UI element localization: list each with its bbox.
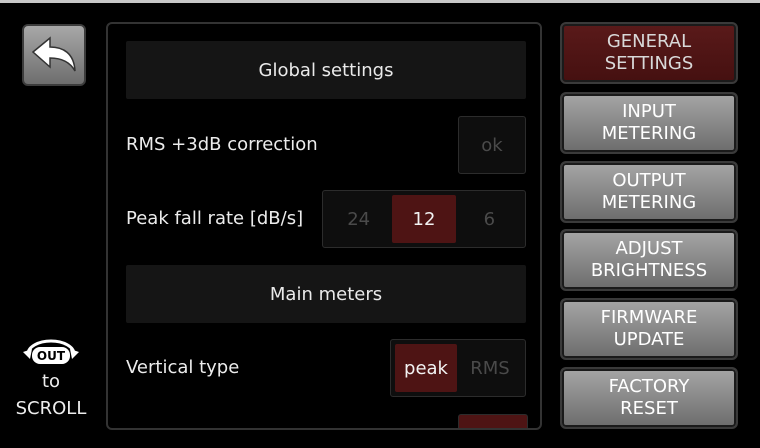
scroll-hint-line2: SCROLL [15,398,87,419]
vertical-option-peak[interactable]: peak [395,344,457,392]
menu-general-settings[interactable]: GENERAL SETTINGS [560,22,738,84]
menu-label-line2: METERING [601,192,697,213]
menu-label-line1: FACTORY [608,376,690,397]
menu-label-line2: UPDATE [613,329,685,350]
rms-correction-label: RMS +3dB correction [126,134,318,155]
menu-input-metering[interactable]: INPUT METERING [560,92,738,154]
settings-panel[interactable]: Global settings RMS +3dB correction ok P… [106,22,542,430]
peak-option-6[interactable]: 6 [458,195,521,243]
menu-label-line2: BRIGHTNESS [590,260,708,281]
top-border [0,0,760,3]
peak-option-24[interactable]: 24 [327,195,390,243]
menu-label-line1: FIRMWARE [600,307,698,328]
menu-label-line1: GENERAL [606,31,692,52]
menu-firmware-update[interactable]: FIRMWARE UPDATE [560,298,738,360]
next-row-control-partial[interactable] [458,414,528,428]
menu-adjust-brightness[interactable]: ADJUST BRIGHTNESS [560,229,738,291]
menu-output-metering[interactable]: OUTPUT METERING [560,161,738,223]
vertical-type-selector: peak RMS [390,339,526,397]
menu-label-line2: SETTINGS [604,53,694,74]
menu-label-line2: RESET [620,398,678,419]
peak-fall-rate-selector: 24 12 6 [322,190,526,248]
scroll-hint-line1: to [41,371,61,392]
menu-factory-reset[interactable]: FACTORY RESET [560,367,738,429]
back-arrow-icon [31,36,76,72]
scroll-hint: OUT to SCROLL [8,338,94,422]
menu-label-line1: INPUT [622,101,676,122]
knob-label: OUT [37,349,66,363]
menu-label-line1: OUTPUT [612,170,686,191]
peak-option-12[interactable]: 12 [392,195,456,243]
rotary-knob-icon: OUT [23,339,79,364]
vertical-type-label: Vertical type [126,357,240,378]
rms-ok-button[interactable]: ok [463,121,521,169]
section-header-global: Global settings [126,41,526,99]
vertical-option-rms[interactable]: RMS [459,344,521,392]
back-button[interactable] [22,24,86,86]
section-header-main-meters: Main meters [126,265,526,323]
rms-correction-group: ok [458,116,526,174]
peak-fall-rate-label: Peak fall rate [dB/s] [126,208,304,229]
menu-label-line2: METERING [601,123,697,144]
menu-label-line1: ADJUST [615,238,683,259]
